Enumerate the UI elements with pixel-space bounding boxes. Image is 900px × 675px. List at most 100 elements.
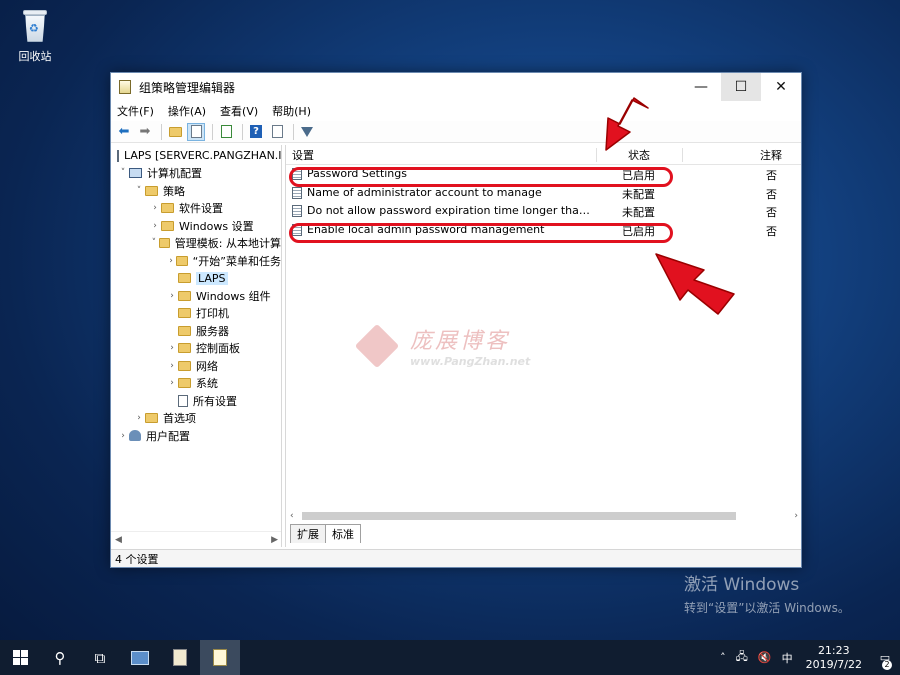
policy-setting-icon (292, 186, 302, 199)
chevron-down-icon[interactable]: ˅ (149, 238, 159, 248)
clock[interactable]: 21:23 2019/7/22 (806, 644, 862, 672)
column-state[interactable]: 状态 (628, 147, 650, 163)
list-horizontal-scrollbar[interactable]: ‹ › (286, 509, 802, 523)
volume-muted-icon[interactable]: 🔇 (758, 651, 772, 664)
tree-item-user-config[interactable]: › 用户配置 (111, 427, 281, 445)
chevron-right-icon[interactable]: › (117, 431, 129, 441)
tree-item-control-panel[interactable]: › 控制面板 (111, 340, 281, 358)
tab-standard[interactable]: 标准 (325, 524, 361, 543)
ime-indicator[interactable]: 中 (782, 650, 793, 666)
recycle-bin-desktop-icon[interactable]: ♻ 回收站 (12, 8, 58, 64)
filter-icon[interactable] (298, 123, 316, 141)
minimize-button[interactable]: — (681, 73, 721, 101)
tree-item-admin-templates[interactable]: ˅ 管理模板: 从本地计算 (111, 235, 281, 253)
chevron-right-icon[interactable]: › (166, 361, 178, 371)
scroll-left-icon[interactable]: ‹ (290, 511, 294, 521)
settings-document-icon (178, 394, 188, 407)
column-comment[interactable]: 注释 (760, 147, 782, 163)
start-button[interactable] (0, 640, 40, 675)
tree-item-start-menu[interactable]: › “开始”菜单和任务 (111, 252, 281, 270)
tree-item-laps-root[interactable]: LAPS [SERVERC.PANGZHAN.I (111, 147, 281, 165)
watermark-title: 庞展博客 (410, 329, 511, 354)
forward-arrow-icon[interactable]: ➡ (136, 123, 154, 141)
tree-item-server[interactable]: 服务器 (111, 322, 281, 340)
column-header: 设置 状态 注释 (286, 145, 801, 165)
tree-item-windows-components[interactable]: › Windows 组件 (111, 287, 281, 305)
tree-item-printers[interactable]: 打印机 (111, 305, 281, 323)
scrollbar-thumb[interactable] (302, 512, 736, 520)
tree-item-windows-settings[interactable]: › Windows 设置 (111, 217, 281, 235)
maximize-button[interactable]: ☐ (721, 73, 761, 101)
setting-state: 未配置 (622, 187, 655, 201)
tree-item-all-settings[interactable]: 所有设置 (111, 392, 281, 410)
gpo-editor-window: 组策略管理编辑器 — ☐ ✕ 文件(F) 操作(A) 查看(V) 帮助(H) ⬅… (110, 72, 802, 568)
notification-center-icon[interactable]: ▭ 2 (870, 651, 900, 670)
windows-logo-icon (12, 650, 28, 665)
scroll-right-icon[interactable]: › (794, 511, 798, 521)
setting-comment: 否 (766, 169, 777, 182)
export-list-icon[interactable] (217, 123, 235, 141)
up-folder-icon[interactable] (166, 123, 184, 141)
user-icon (129, 430, 141, 442)
tree-item-network[interactable]: › 网络 (111, 357, 281, 375)
scroll-left-icon[interactable]: ◀ (115, 535, 122, 545)
setting-row[interactable]: Do not allow password expiration time lo… (286, 202, 801, 221)
column-setting[interactable]: 设置 (292, 147, 314, 163)
folder-icon (178, 343, 191, 354)
chevron-right-icon[interactable]: › (166, 256, 176, 266)
highlight-oval-password-settings (289, 167, 673, 187)
folder-open-icon (178, 273, 191, 284)
folder-icon (145, 185, 158, 196)
menu-view[interactable]: 查看(V) (220, 103, 258, 119)
tree-item-policies[interactable]: ˅ 策略 (111, 182, 281, 200)
setting-comment: 否 (766, 206, 777, 219)
system-tray: ˄ 🖧 🔇 中 21:23 2019/7/22 ▭ 2 (715, 640, 900, 675)
recycle-bin-icon: ♻ (20, 8, 50, 44)
gpmc-taskbar-icon[interactable] (160, 640, 200, 675)
chevron-right-icon[interactable]: › (166, 291, 178, 301)
watermark-url: www.PangZhan.net (410, 355, 531, 368)
folder-icon (145, 413, 158, 424)
network-icon[interactable]: 🖧 (736, 648, 748, 667)
chevron-down-icon[interactable]: ˅ (133, 186, 145, 196)
menu-action[interactable]: 操作(A) (168, 103, 206, 119)
menu-help[interactable]: 帮助(H) (272, 103, 311, 119)
properties-icon[interactable] (268, 123, 286, 141)
close-button[interactable]: ✕ (761, 73, 801, 101)
chevron-up-icon[interactable]: ˄ (720, 651, 726, 664)
view-tabs: 扩展 标准 (286, 524, 361, 543)
setting-state: 未配置 (622, 206, 655, 219)
folder-icon (161, 220, 174, 231)
back-arrow-icon[interactable]: ⬅ (115, 123, 133, 141)
tab-extended[interactable]: 扩展 (290, 524, 326, 543)
chevron-right-icon[interactable]: › (149, 203, 161, 213)
tree-item-preferences[interactable]: › 首选项 (111, 410, 281, 428)
help-icon[interactable]: ? (247, 123, 265, 141)
server-manager-icon[interactable] (120, 640, 160, 675)
show-tree-icon[interactable] (187, 122, 205, 141)
chevron-right-icon[interactable]: › (133, 413, 145, 423)
tree-item-computer-config[interactable]: ˅ 计算机配置 (111, 165, 281, 183)
chevron-right-icon[interactable]: › (166, 378, 178, 388)
gpo-document-icon (117, 149, 119, 162)
chevron-down-icon[interactable]: ˅ (117, 168, 129, 178)
scroll-right-icon[interactable]: ▶ (271, 535, 278, 545)
toolbar: ⬅ ➡ ? (111, 121, 801, 143)
folder-icon (178, 308, 191, 319)
title-bar[interactable]: 组策略管理编辑器 — ☐ ✕ (111, 73, 801, 101)
folder-icon (176, 255, 188, 266)
menu-bar: 文件(F) 操作(A) 查看(V) 帮助(H) (111, 101, 801, 121)
tree-item-system[interactable]: › 系统 (111, 375, 281, 393)
tree-item-software-settings[interactable]: › 软件设置 (111, 200, 281, 218)
menu-file[interactable]: 文件(F) (117, 103, 154, 119)
tree-item-laps[interactable]: LAPS (111, 270, 281, 288)
setting-comment: 否 (766, 224, 777, 238)
search-icon[interactable]: ⚲ (40, 640, 80, 675)
chevron-right-icon[interactable]: › (149, 221, 161, 231)
task-view-icon[interactable]: ⧉ (80, 640, 120, 675)
blog-watermark: 庞展博客 www.PangZhan.net (354, 323, 531, 368)
gpo-editor-taskbar-icon[interactable] (200, 640, 240, 675)
chevron-right-icon[interactable]: › (166, 343, 178, 353)
tree-horizontal-scrollbar[interactable]: ◀ ▶ (111, 531, 281, 547)
folder-icon (178, 360, 191, 371)
